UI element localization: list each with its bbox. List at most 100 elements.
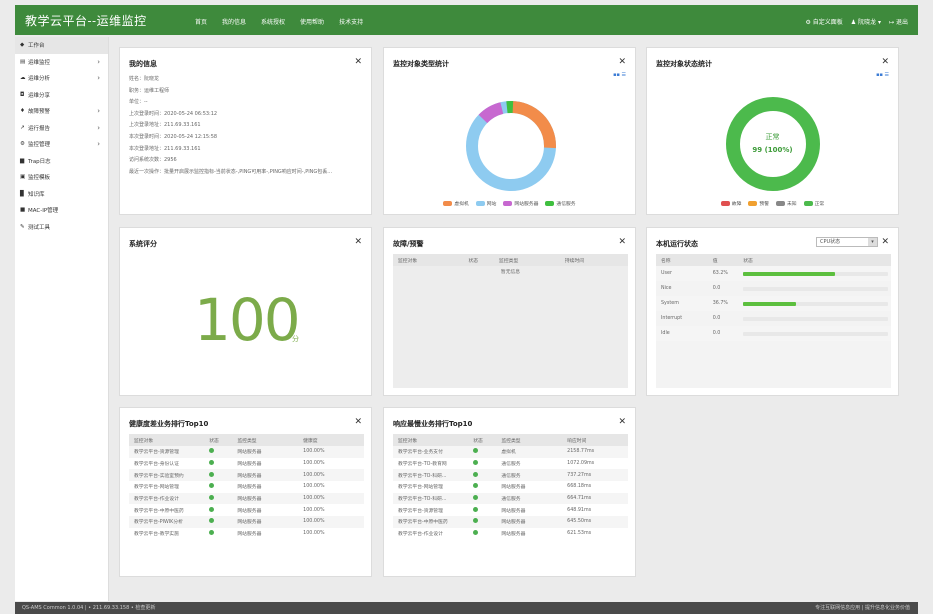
app-title[interactable]: 教学云平台--运维监控 [25,12,147,29]
status-cell [204,516,233,528]
table-row[interactable]: 教学云平台-PIWIK分析 网站服务器 100.00% [129,516,364,528]
status-dot-icon [473,460,479,466]
table-header: 监控对象 状态 监控类型 持续时间 [393,254,628,266]
sidebar-item[interactable]: ⚙ 监控管理 › [15,136,108,153]
donut-slice-normal [726,97,820,191]
panel-title: 健康度差业务排行Top10 [129,420,209,428]
chevron-right-icon: › [97,57,100,66]
table-row[interactable]: 教学云平台-TO-科研... 通信服务 737.27ms [393,469,628,482]
sidebar-item[interactable]: ✎ 测试工具 [15,219,108,236]
close-icon[interactable]: ✕ [354,417,362,427]
sidebar-item-label: 监控管理 [28,142,51,149]
table-row[interactable]: 教学云平台-作业设计 网站服务器 100.00% [129,492,364,505]
close-icon[interactable]: ✕ [354,237,362,247]
status-dot-icon [209,518,215,524]
object-type: 通信服务 [496,469,563,482]
status-cell [468,504,496,516]
footer-version[interactable]: QS-AMS Common 1.0.04 | • 211.69.33.158 •… [22,605,155,611]
legend-item[interactable]: 通信服务 [545,200,576,207]
table-row[interactable]: 教学云平台-实验室预约 网站服务器 100.00% [129,469,364,482]
metric-name: Idle [656,326,708,341]
type-legend: 虚拟机 网站 网站服务器 通信服务 [384,200,635,207]
table-row[interactable]: 教学云平台-资源管理 网站服务器 100.00% [129,446,364,458]
nav-home[interactable]: 首页 [195,17,207,26]
settings-icon: ⚙ [805,19,811,26]
sidebar-item[interactable]: ▉ 知识库 [15,186,108,203]
close-icon[interactable]: ✕ [618,57,626,67]
chart-icon: ↗ [20,124,25,131]
nav-my-info[interactable]: 我的信息 [222,17,246,26]
sidebar-item[interactable]: ◆ 工作台 [15,37,108,54]
sidebar-item[interactable]: ▤ 运维监控 › [15,54,108,71]
grid-view-icon[interactable]: ▪▪ ☰ [876,72,889,78]
sidebar-item[interactable]: ♦ 故障预警 › [15,103,108,120]
table-row[interactable]: 教学云平台-作业设计 网站服务器 621.53ms [393,528,628,540]
status-dot-icon [209,530,215,536]
main-nav: 首页 我的信息 系统授权 使用帮助 技术支持 [195,17,363,26]
grid-view-icon[interactable]: ▪▪ ☰ [613,72,626,78]
health-table: 监控对象 状态 监控类型 健康度 教学云平台-资源管理 网站服务器 100.00% 教… [129,434,364,540]
nav-help[interactable]: 使用帮助 [300,17,324,26]
object-name: 教学云平台-中原中医药 [134,508,184,514]
sidebar-item[interactable]: ■ MAC-IP管理 [15,202,108,219]
object-name: 教学云平台-实验室预约 [129,469,205,482]
user-menu[interactable]: ♟ 阮晓龙 ▾ [851,17,881,26]
close-icon[interactable]: ✕ [618,237,626,247]
table-row[interactable]: 教学云平台-网站管理 网站服务器 668.18ms [393,481,628,493]
close-icon[interactable]: ✕ [881,57,889,67]
table-row[interactable]: 教学云平台-网站管理 网站服务器 100.00% [129,481,364,493]
legend-item[interactable]: 虚拟机 [443,200,469,207]
legend-label: 故障 [731,202,742,207]
column-header: 名称 [656,254,708,266]
sidebar-item-label: Trap日志 [28,158,51,165]
object-metric: 100.00% [298,446,364,458]
table-row[interactable]: 教学云平台-身份认证 网站服务器 100.00% [129,458,364,470]
close-icon[interactable]: ✕ [618,417,626,427]
table-row[interactable]: 教学云平台-业务支付 虚拟机 2158.77ms [393,446,628,458]
legend-swatch [748,201,758,206]
footer-slogan: 专注互联网信息应用 | 提升信息化业务价值 [815,605,910,611]
info-line: 单位：-- [129,99,148,106]
faults-panel: 故障/预警 ✕ 监控对象 状态 监控类型 持续时间 暂无信息 [383,227,636,396]
table-row[interactable]: 教学云平台-TO-教育网 通信服务 1072.09ms [393,458,628,470]
legend-label: 网站服务器 [514,202,539,207]
bell-icon: ♦ [20,108,25,115]
legend-label: 未知 [787,202,797,207]
sidebar-item[interactable]: ▣ 监控模板 [15,169,108,186]
metric-name: User [656,266,708,281]
custom-panel-button[interactable]: ⚙ 自定义面板 [805,17,842,26]
object-name: 教学云平台-资源管理 [398,508,443,514]
sidebar-item[interactable]: ▆ Trap日志 [15,153,108,170]
table-header: 名称 值 状态 [656,254,891,266]
table-row[interactable]: 教学云平台-中原中医药 网站服务器 645.50ms [393,516,628,528]
sidebar-item[interactable]: ◘ 运维分享 [15,87,108,104]
legend-item[interactable]: 网站 [475,200,496,207]
close-icon[interactable]: ✕ [881,237,889,247]
legend-item[interactable]: 预警 [748,200,769,207]
table-row[interactable]: 教学云平台-教学实施 网站服务器 100.00% [129,528,364,540]
chevron-right-icon: › [97,74,100,83]
table-row[interactable]: 教学云平台-TO-科研... 通信服务 664.71ms [393,492,628,505]
object-metric: 100.00% [303,461,325,467]
health-table-area: 监控对象 状态 监控类型 健康度 教学云平台-资源管理 网站服务器 100.00% 教… [129,434,364,540]
close-icon[interactable]: ✕ [354,57,362,67]
logout-button[interactable]: ↦ 退出 [889,17,908,26]
legend-item[interactable]: 故障 [720,200,742,207]
table-row: Nice 0.0 [656,281,891,296]
legend-item[interactable]: 正常 [803,200,824,207]
legend-item[interactable]: 未知 [776,200,797,207]
table-row[interactable]: 教学云平台-资源管理 网站服务器 648.91ms [393,504,628,516]
sidebar-item[interactable]: ↗ 运行报告 › [15,120,108,137]
sidebar-item-label: 工作台 [28,43,45,50]
table-row: System 36.7% [656,296,891,311]
nav-support[interactable]: 技术支持 [339,17,363,26]
legend-item[interactable]: 网站服务器 [503,200,538,207]
cpu-status-select[interactable]: CPU状态 ▾ [816,237,878,247]
nav-license[interactable]: 系统授权 [261,17,285,26]
metric-name: Nice [661,286,672,291]
column-header: 监控对象 [129,434,205,446]
metric-value: 0.0 [707,326,739,341]
status-dot-icon [473,471,479,477]
table-row[interactable]: 教学云平台-中原中医药 网站服务器 100.00% [129,504,364,516]
sidebar-item[interactable]: ☁ 运维分析 › [15,70,108,87]
